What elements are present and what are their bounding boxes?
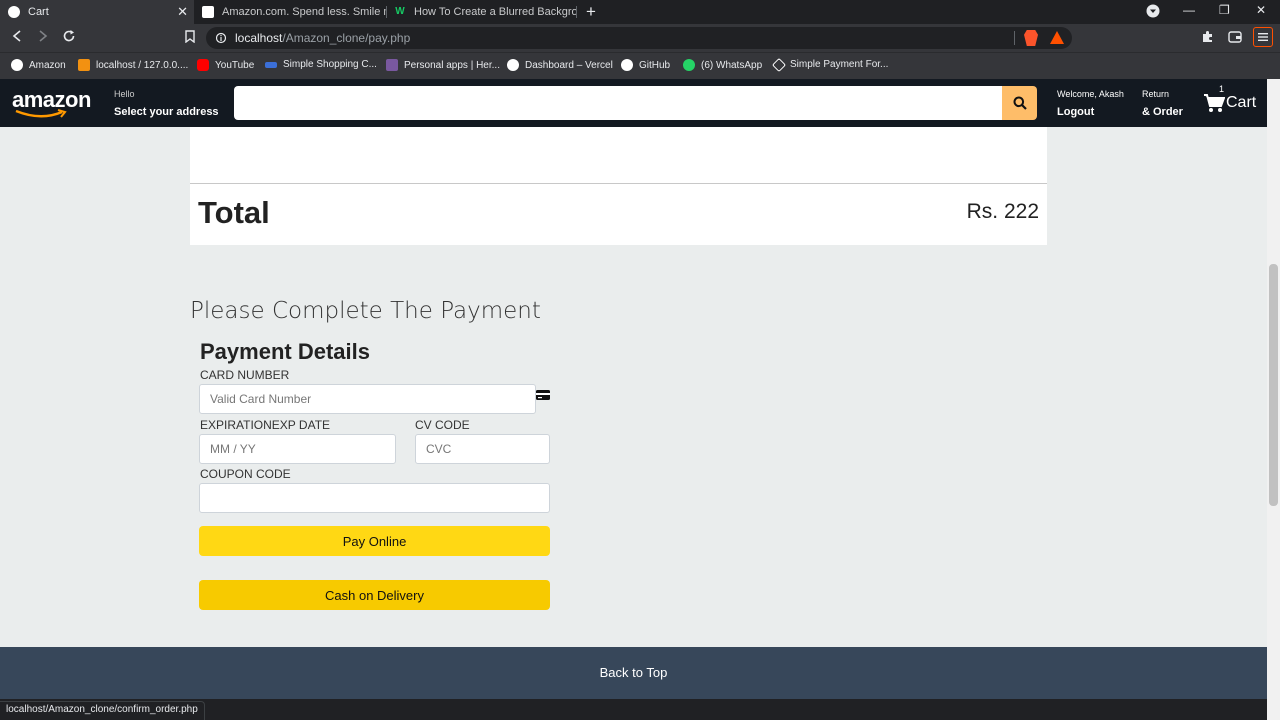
orders-link[interactable]: & Order	[1142, 106, 1183, 118]
forward-icon[interactable]	[37, 29, 49, 47]
select-address-link[interactable]: Select your address	[114, 106, 219, 118]
search-input[interactable]	[234, 86, 1002, 120]
bookmark-label: Simple Payment For...	[790, 59, 889, 70]
cash-on-delivery-button[interactable]: Cash on Delivery	[199, 580, 550, 610]
tab-separator	[576, 6, 577, 18]
cvc-label: CV CODE	[415, 418, 470, 432]
bookmark-label: Dashboard – Vercel	[525, 59, 613, 71]
bookmark-heroku[interactable]: Personal apps | Her...	[386, 59, 500, 71]
browser-menu-icon[interactable]	[1253, 27, 1273, 47]
cart-icon[interactable]	[1203, 93, 1225, 113]
credit-card-icon	[536, 390, 550, 400]
cart-count-badge: 1	[1219, 84, 1225, 94]
bookmark-vercel[interactable]: Dashboard – Vercel	[507, 59, 613, 71]
url-path: /Amazon_clone/pay.php	[282, 31, 411, 45]
bookmark-label: (6) WhatsApp	[701, 59, 763, 71]
amazon-favicon-icon	[8, 6, 20, 18]
cvc-input[interactable]	[415, 434, 550, 464]
shopping-icon	[265, 61, 277, 68]
bookmark-label: Personal apps | Her...	[404, 59, 500, 71]
bookmark-whatsapp[interactable]: (6) WhatsApp	[683, 59, 762, 71]
coupon-code-input[interactable]	[199, 483, 550, 513]
url-separator	[1014, 31, 1015, 45]
search-icon	[1013, 96, 1027, 110]
pay-online-button[interactable]: Pay Online	[199, 526, 550, 556]
tab-title: Amazon.com. Spend less. Smile more.	[222, 6, 386, 18]
coupon-code-label: COUPON CODE	[200, 467, 291, 481]
order-summary-card: Total Rs. 222	[190, 127, 1047, 245]
brave-rewards-icon[interactable]	[1050, 31, 1064, 44]
welcome-text: Welcome, Akash	[1057, 89, 1124, 99]
tab-amazon[interactable]: Amazon.com. Spend less. Smile more.	[194, 0, 386, 24]
back-to-top-footer[interactable]: Back to Top	[0, 647, 1267, 699]
returns-text: Return	[1142, 89, 1170, 99]
minimize-icon[interactable]: —	[1183, 3, 1195, 17]
page-content: Total Rs. 222 Please Complete The Paymen…	[0, 127, 1267, 647]
reload-icon[interactable]	[62, 29, 76, 47]
url-text: localhost/Amazon_clone/pay.php	[235, 31, 410, 45]
heroku-icon	[386, 59, 398, 71]
card-number-input[interactable]	[199, 384, 536, 414]
bookmark-phpmyadmin[interactable]: localhost / 127.0.0....	[78, 59, 188, 71]
new-tab-icon[interactable]: +	[586, 2, 596, 22]
bookmark-label: localhost / 127.0.0....	[96, 59, 189, 71]
youtube-icon	[197, 59, 209, 71]
url-host: localhost	[235, 31, 283, 45]
tab-blurred-background[interactable]: W How To Create a Blurred Background I	[386, 0, 576, 24]
bookmark-youtube[interactable]: YouTube	[197, 59, 254, 71]
tab-cart[interactable]: Cart ✕	[0, 0, 194, 24]
github-icon	[621, 59, 633, 71]
total-amount: Rs. 222	[966, 200, 1039, 223]
link-status-bar: localhost/Amazon_clone/confirm_order.php	[0, 701, 205, 720]
bookmarks-bar: Amazon localhost / 127.0.0.... YouTube S…	[0, 52, 1280, 79]
total-label: Total	[198, 195, 270, 230]
back-to-top-link[interactable]: Back to Top	[0, 665, 1267, 680]
phpmyadmin-icon	[78, 59, 90, 71]
bookmark-simple-shopping[interactable]: Simple Shopping C...	[265, 59, 377, 70]
bookmark-label: GitHub	[639, 59, 671, 71]
restore-icon[interactable]: ❐	[1219, 3, 1230, 17]
bookmark-label: YouTube	[215, 59, 255, 71]
payment-details-title: Payment Details	[200, 339, 370, 364]
page-scrollbar[interactable]	[1267, 79, 1280, 720]
whatsapp-icon	[683, 59, 695, 71]
bookmark-label: Simple Shopping C...	[283, 59, 377, 70]
address-bar[interactable]: localhost/Amazon_clone/pay.php	[206, 27, 1072, 49]
site-header: amazon Hello Select your address Welcome…	[0, 79, 1267, 127]
wallet-icon[interactable]	[1228, 29, 1242, 47]
browser-toolbar: localhost/Amazon_clone/pay.php	[0, 24, 1280, 52]
scrollbar-thumb[interactable]	[1269, 264, 1278, 506]
site-info-icon[interactable]	[215, 31, 227, 44]
brave-shields-icon[interactable]	[1024, 30, 1038, 46]
extensions-icon[interactable]	[1201, 29, 1214, 47]
tab-title: How To Create a Blurred Background I	[414, 6, 576, 18]
payment-heading: Please Complete The Payment	[190, 298, 541, 324]
vercel-icon	[507, 59, 519, 71]
close-window-icon[interactable]: ✕	[1256, 3, 1266, 17]
expiration-date-label: EXPIRATIONEXP DATE	[200, 418, 331, 432]
hello-text: Hello	[114, 89, 135, 99]
amazon-smile-icon	[15, 109, 67, 118]
bookmark-github[interactable]: GitHub	[621, 59, 670, 71]
tab-title: Cart	[28, 6, 49, 18]
bookmark-amazon[interactable]: Amazon	[11, 59, 66, 71]
bookmark-icon[interactable]	[185, 29, 195, 47]
profile-menu-icon[interactable]	[1146, 4, 1160, 21]
search-button[interactable]	[1002, 86, 1037, 120]
bookmark-label: Amazon	[29, 59, 66, 71]
close-tab-icon[interactable]: ✕	[177, 4, 188, 20]
w3-favicon-icon: W	[394, 6, 406, 18]
back-icon[interactable]	[11, 29, 23, 47]
logout-link[interactable]: Logout	[1057, 106, 1094, 118]
amazon-icon	[11, 59, 23, 71]
bookmark-simple-payment[interactable]: Simple Payment For...	[771, 57, 889, 72]
amazon-favicon-icon	[202, 6, 214, 18]
cart-link[interactable]: Cart	[1226, 94, 1256, 112]
browser-tab-strip: Cart ✕ Amazon.com. Spend less. Smile mor…	[0, 0, 1280, 24]
expiration-date-input[interactable]	[199, 434, 396, 464]
summary-divider	[190, 183, 1047, 184]
codepen-icon	[771, 57, 787, 72]
card-number-label: CARD NUMBER	[200, 368, 290, 382]
